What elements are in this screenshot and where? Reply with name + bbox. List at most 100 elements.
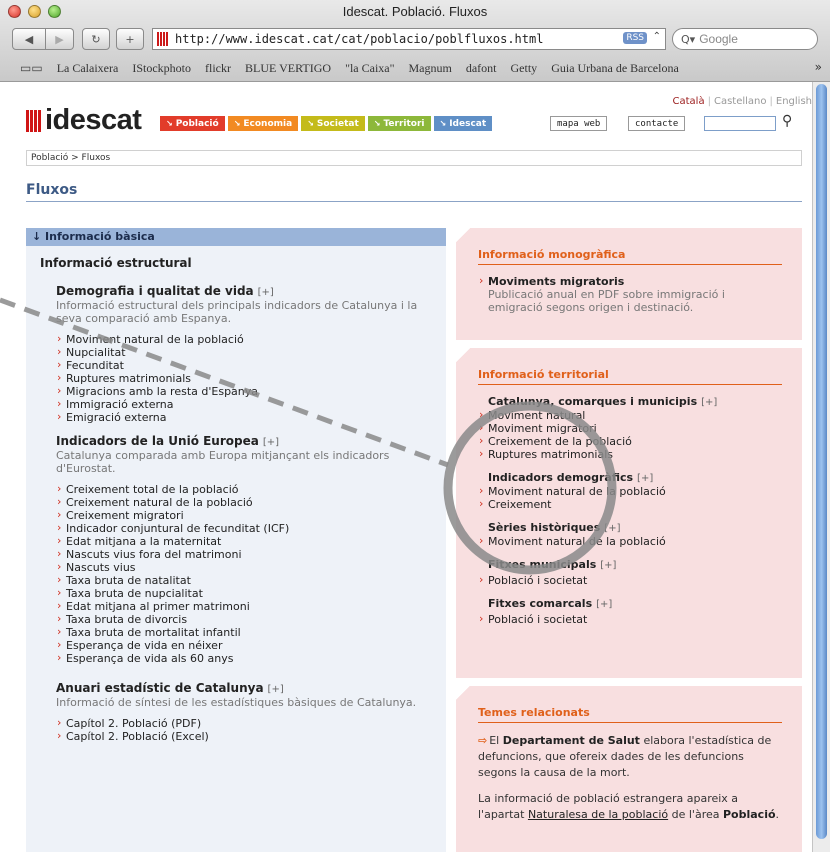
- forward-button[interactable]: ▶: [46, 28, 74, 50]
- title-divider: [26, 201, 802, 202]
- bookmarks-overflow-button[interactable]: »: [815, 60, 822, 74]
- poblacio-area-link[interactable]: Població: [723, 808, 776, 821]
- list-item-link[interactable]: Migracions amb la resta d'Espanya: [56, 384, 446, 398]
- bookmark-item[interactable]: Getty: [511, 61, 538, 76]
- expand-link[interactable]: [+]: [258, 287, 274, 298]
- browser-search-field[interactable]: Q▾ Google: [672, 28, 818, 50]
- scrollbar-thumb[interactable]: [816, 84, 827, 839]
- expand-link[interactable]: [+]: [596, 599, 612, 610]
- list-item-link[interactable]: Ruptures matrimonials: [478, 447, 782, 461]
- territorial-group: Indicadors demogràfics [+]: [478, 471, 782, 484]
- list-item-link[interactable]: Emigració externa: [56, 410, 446, 424]
- address-dropdown-icon[interactable]: ⌃: [653, 31, 661, 42]
- lang-castellano[interactable]: Castellano: [714, 96, 767, 107]
- list-item-link[interactable]: Capítol 2. Població (PDF): [56, 716, 446, 730]
- list-item-link[interactable]: Taxa bruta de divorcis: [56, 612, 446, 626]
- menu-tab-societat[interactable]: ↘ Societat: [301, 116, 365, 131]
- left-column: ↓ Informació bàsica Informació estructur…: [26, 228, 446, 852]
- list-item-link[interactable]: Taxa bruta de mortalitat infantil: [56, 625, 446, 639]
- browser-chrome: Idescat. Població. Fluxos ◀ ▶ ↻ + http:/…: [0, 0, 830, 82]
- link-list: Moviment natural Moviment migratori Crei…: [478, 408, 782, 461]
- menu-arrow-icon: ↘: [307, 119, 314, 128]
- logo-bars-icon: [26, 109, 41, 132]
- list-item-link[interactable]: Nupcialitat: [56, 345, 446, 359]
- group-title: Sèries històriques [+]: [488, 521, 621, 534]
- expand-link[interactable]: [+]: [268, 684, 284, 695]
- reload-button[interactable]: ↻: [82, 28, 110, 50]
- box-title: Temes relacionats: [478, 706, 782, 723]
- expand-link[interactable]: [+]: [701, 397, 717, 408]
- expand-link[interactable]: [+]: [263, 437, 279, 448]
- list-item-link[interactable]: Taxa bruta de nupcialitat: [56, 586, 446, 600]
- list-item-link[interactable]: Esperança de vida als 60 anys: [56, 651, 446, 665]
- bookmark-item[interactable]: dafont: [466, 61, 497, 76]
- plus-icon: +: [125, 32, 135, 46]
- add-bookmark-button[interactable]: +: [116, 28, 144, 50]
- reload-icon: ↻: [91, 32, 101, 46]
- contacte-button[interactable]: contacte: [628, 116, 686, 131]
- bookmarks-book-icon[interactable]: ▭▭: [20, 61, 43, 75]
- link-list: Població i societat: [478, 612, 782, 626]
- bookmark-item[interactable]: IStockphoto: [132, 61, 191, 76]
- address-bar[interactable]: http://www.idescat.cat/cat/poblacio/pobl…: [152, 28, 666, 50]
- list-item-link[interactable]: Fecunditat: [56, 358, 446, 372]
- list-item-link[interactable]: Indicador conjuntural de fecunditat (ICF…: [56, 521, 446, 535]
- expand-link[interactable]: [+]: [637, 473, 653, 484]
- url-text[interactable]: http://www.idescat.cat/cat/poblacio/pobl…: [175, 32, 543, 46]
- list-item-link[interactable]: Moviment natural de la població: [478, 484, 782, 498]
- list-item-link[interactable]: Taxa bruta de natalitat: [56, 573, 446, 587]
- list-item-link[interactable]: Capítol 2. Població (Excel): [56, 729, 446, 743]
- list-item-link[interactable]: Moviment natural de la població: [56, 332, 446, 346]
- list-item-link[interactable]: Moviment migratori: [478, 421, 782, 435]
- list-item-link[interactable]: Ruptures matrimonials: [56, 371, 446, 385]
- menu-tab-territori[interactable]: ↘ Territori: [367, 116, 431, 131]
- list-item-link[interactable]: Creixement natural de la població: [56, 495, 446, 509]
- moviments-migratoris-link[interactable]: Moviments migratoris: [478, 274, 782, 288]
- idescat-logo[interactable]: idescat: [26, 104, 142, 137]
- list-item-link[interactable]: Creixement: [478, 497, 782, 511]
- list-item-link[interactable]: Creixement de la població: [478, 434, 782, 448]
- menu-arrow-icon: ↘: [439, 119, 447, 128]
- vertical-scrollbar[interactable]: [812, 82, 830, 852]
- list-item-link[interactable]: Edat mitjana a la maternitat: [56, 534, 446, 548]
- link-list: Creixement total de la població Creixeme…: [56, 482, 446, 665]
- expand-link[interactable]: [+]: [600, 560, 616, 571]
- bookmark-item[interactable]: BLUE VERTIGO: [245, 61, 331, 76]
- territorial-group: Fitxes comarcals [+]: [478, 597, 782, 610]
- bookmark-item[interactable]: Guia Urbana de Barcelona: [551, 61, 679, 76]
- departament-salut-link[interactable]: Departament de Salut: [503, 734, 640, 747]
- breadcrumb[interactable]: Població > Fluxos: [26, 150, 802, 166]
- idescat-favicon-icon: [157, 32, 171, 46]
- list-item-link[interactable]: Moviment natural: [478, 408, 782, 422]
- list-item-link[interactable]: Nascuts vius: [56, 560, 446, 574]
- list-item-link[interactable]: Població i societat: [478, 573, 782, 587]
- rss-badge[interactable]: RSS: [623, 32, 647, 44]
- list-item-link[interactable]: Creixement total de la població: [56, 482, 446, 496]
- lang-catala[interactable]: Català: [673, 96, 705, 107]
- menu-tab-poblacio[interactable]: ↘ Població: [160, 116, 225, 131]
- list-item-link[interactable]: Immigració externa: [56, 397, 446, 411]
- menu-tab-idescat[interactable]: ↘ Idescat: [433, 116, 493, 131]
- territorial-group: Fitxes municipals [+]: [478, 558, 782, 571]
- list-item-link[interactable]: Moviment natural de la població: [478, 534, 782, 548]
- bookmark-item[interactable]: Magnum: [409, 61, 452, 76]
- list-item-link[interactable]: Creixement migratori: [56, 508, 446, 522]
- section-header-informacio-basica[interactable]: ↓ Informació bàsica: [26, 228, 446, 246]
- bookmark-item[interactable]: flickr: [205, 61, 231, 76]
- title-bar: Idescat. Població. Fluxos: [0, 0, 830, 24]
- menu-tab-economia[interactable]: ↘ Economia: [227, 116, 299, 131]
- list-item-link[interactable]: Edat mitjana al primer matrimoni: [56, 599, 446, 613]
- list-item-link[interactable]: Població i societat: [478, 612, 782, 626]
- expand-link[interactable]: [+]: [604, 523, 620, 534]
- list-item-link[interactable]: Esperança de vida en néixer: [56, 638, 446, 652]
- site-search-input[interactable]: [704, 116, 776, 131]
- link-list: Moviment natural de la població: [478, 534, 782, 548]
- lang-english[interactable]: English: [776, 96, 812, 107]
- mapa-web-button[interactable]: mapa web: [550, 116, 608, 131]
- site-search-icon[interactable]: ⚲: [782, 113, 792, 129]
- bookmark-item[interactable]: "la Caixa": [345, 61, 394, 76]
- list-item-link[interactable]: Nascuts vius fora del matrimoni: [56, 547, 446, 561]
- back-button[interactable]: ◀: [12, 28, 46, 50]
- naturalesa-poblacio-link[interactable]: Naturalesa de la població: [528, 808, 668, 821]
- bookmark-item[interactable]: La Calaixera: [57, 61, 119, 76]
